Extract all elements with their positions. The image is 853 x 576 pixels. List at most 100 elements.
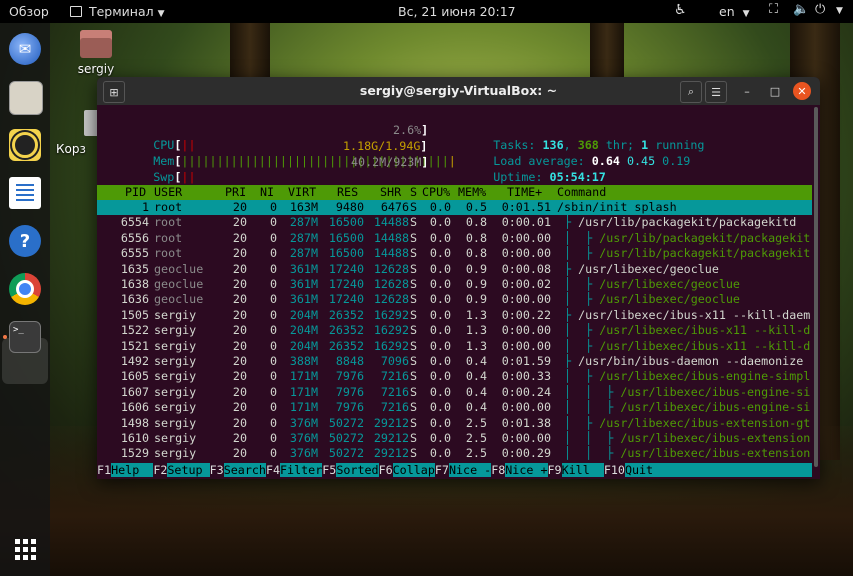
header-virt[interactable]: VIRT bbox=[288, 185, 316, 200]
process-row[interactable]: 1 root 20 0 163M 9480 6476 S 0.0 0.5 0:01.51/sbin/… bbox=[97, 200, 812, 215]
cell-shr: 7216 bbox=[380, 384, 409, 399]
close-icon[interactable]: ✕ bbox=[793, 82, 811, 100]
fkey-label[interactable]: Collap bbox=[392, 463, 435, 477]
cpu-value: 2.6%] bbox=[393, 123, 428, 138]
language-label: en bbox=[719, 4, 735, 19]
maximize-icon[interactable]: □ bbox=[765, 81, 785, 101]
header-res[interactable]: RES bbox=[337, 185, 358, 200]
process-row[interactable]: 1492 sergiy 20 0 388M 8848 7096 S 0.0 0.4 0:01.59 … bbox=[97, 354, 812, 369]
fkey-label[interactable]: Filter bbox=[280, 463, 323, 477]
process-row[interactable]: 6555 root 20 0 287M 16500 14488 S 0.0 0.8 0:00.00 … bbox=[97, 246, 812, 261]
app-grid-icon[interactable] bbox=[9, 533, 41, 565]
cell-pri: 20 bbox=[232, 338, 247, 353]
cell-cpu: 0.0 bbox=[429, 230, 451, 245]
mem-value-text: 1.18G/1.94G bbox=[343, 139, 421, 153]
fkey-label[interactable]: Nice - bbox=[448, 463, 492, 477]
process-row[interactable]: 1605 sergiy 20 0 171M 7976 7216 S 0.0 0.4 0:00.33 … bbox=[97, 369, 812, 384]
fkey-label[interactable]: Setup bbox=[167, 463, 210, 477]
header-pid[interactable]: PID bbox=[125, 185, 146, 200]
fkey-f5[interactable]: F5 bbox=[322, 463, 336, 477]
cell-command: │ ├ /usr/libexec/geoclue bbox=[557, 292, 812, 307]
chevron-down-icon[interactable]: ▼ bbox=[836, 6, 843, 16]
chrome-icon[interactable] bbox=[9, 273, 41, 305]
fkey-label[interactable]: Kill bbox=[561, 463, 604, 477]
cell-virt: 361M bbox=[289, 277, 318, 291]
fkey-f2[interactable]: F2 bbox=[153, 463, 167, 477]
terminal-icon[interactable]: >_ bbox=[9, 321, 41, 353]
header-pri[interactable]: PRI bbox=[225, 185, 246, 200]
fkey-label[interactable]: Nice + bbox=[505, 463, 548, 477]
tree-branch: │ ├ bbox=[557, 415, 600, 430]
activities-button[interactable]: Обзор bbox=[9, 4, 49, 19]
header-ni[interactable]: NI bbox=[260, 185, 274, 200]
htop-terminal[interactable]: CPU[|| 2.6%] Mem[|||||||||||||||||||||||… bbox=[97, 105, 820, 479]
process-row[interactable]: 6556 root 20 0 287M 16500 14488 S 0.0 0.8 0:00.00 … bbox=[97, 231, 812, 246]
process-row[interactable]: 1610 sergiy 20 0 376M 50272 29212 S 0.0 2.5 0:00.0… bbox=[97, 431, 812, 446]
scrollbar[interactable] bbox=[812, 105, 820, 479]
process-row[interactable]: 6554 root 20 0 287M 16500 14488 S 0.0 0.8 0:00.01 … bbox=[97, 215, 812, 230]
fkey-f10[interactable]: F10 bbox=[604, 463, 625, 477]
header-user[interactable]: USER bbox=[154, 185, 182, 200]
thunderbird-icon[interactable]: ✉ bbox=[9, 33, 41, 65]
swp-bar: || bbox=[181, 170, 196, 184]
writer-icon[interactable] bbox=[9, 177, 41, 209]
scrollbar-thumb[interactable] bbox=[814, 107, 818, 467]
files-icon[interactable] bbox=[9, 81, 43, 115]
clock[interactable]: Вс, 21 июня 20:17 bbox=[398, 4, 516, 19]
process-row[interactable]: 1529 sergiy 20 0 376M 50272 29212 S 0.0 2.5 0:00.2… bbox=[97, 446, 812, 461]
process-row[interactable]: 1521 sergiy 20 0 204M 26352 16292 S 0.0 1.3 0:00.0… bbox=[97, 339, 812, 354]
fkey-label[interactable]: Sorted bbox=[336, 463, 379, 477]
fkey-label[interactable]: Search bbox=[223, 463, 266, 477]
fkey-f1[interactable]: F1 bbox=[97, 463, 111, 477]
header-cpu[interactable]: CPU% bbox=[422, 185, 450, 200]
header-time[interactable]: TIME+ bbox=[507, 185, 542, 200]
cell-mem: 1.3 bbox=[465, 323, 487, 338]
cell-user: sergiy bbox=[154, 384, 197, 399]
home-folder-label[interactable]: sergiy bbox=[66, 62, 126, 76]
network-icon[interactable]: ⛶ bbox=[769, 2, 778, 17]
header-s[interactable]: S bbox=[410, 185, 417, 200]
header-shr[interactable]: SHR bbox=[380, 185, 401, 200]
fkey-f7[interactable]: F7 bbox=[435, 463, 449, 477]
cell-ni: 0 bbox=[269, 446, 277, 461]
cell-res: 7976 bbox=[335, 400, 364, 415]
document-lines-icon bbox=[16, 184, 34, 202]
accessibility-icon[interactable]: ♿ bbox=[674, 2, 687, 18]
process-row[interactable]: 1606 sergiy 20 0 171M 7976 7216 S 0.0 0.4 0:00.00 … bbox=[97, 400, 812, 415]
process-row[interactable]: 1636 geoclue 20 0 361M 17240 12628 S 0.0 0.9 0:00.… bbox=[97, 292, 812, 307]
process-row[interactable]: 1498 sergiy 20 0 376M 50272 29212 S 0.0 2.5 0:01.3… bbox=[97, 416, 812, 431]
window-titlebar[interactable]: ⊞ sergiy@sergiy-VirtualBox: ~ ⌕ ☰ – □ ✕ bbox=[97, 77, 820, 105]
fkey-label[interactable]: Help bbox=[111, 463, 154, 477]
fkey-f6[interactable]: F6 bbox=[379, 463, 393, 477]
cell-ni: 0 bbox=[269, 292, 277, 307]
rhythmbox-icon[interactable] bbox=[9, 129, 41, 161]
cell-time: 0:00.00 bbox=[501, 400, 551, 415]
language-indicator[interactable]: en ▼ bbox=[719, 4, 750, 19]
terminal-window[interactable]: ⊞ sergiy@sergiy-VirtualBox: ~ ⌕ ☰ – □ ✕ … bbox=[97, 77, 820, 479]
power-icon[interactable]: ⏻ bbox=[815, 2, 825, 17]
fkey-f3[interactable]: F3 bbox=[210, 463, 224, 477]
cell-mem: 0.9 bbox=[465, 261, 487, 276]
chevron-down-icon: ▼ bbox=[157, 9, 165, 19]
menu-icon[interactable]: ☰ bbox=[705, 81, 727, 103]
volume-icon[interactable]: 🔈 bbox=[793, 2, 809, 17]
fkey-f4[interactable]: F4 bbox=[266, 463, 280, 477]
fkey-f9[interactable]: F9 bbox=[548, 463, 562, 477]
cell-ni: 0 bbox=[269, 400, 277, 415]
fkey-f8[interactable]: F8 bbox=[491, 463, 505, 477]
process-row[interactable]: 1638 geoclue 20 0 361M 17240 12628 S 0.0 0.9 0:00.… bbox=[97, 277, 812, 292]
process-row[interactable]: 1635 geoclue 20 0 361M 17240 12628 S 0.0 0.9 0:00.… bbox=[97, 262, 812, 277]
header-mem[interactable]: MEM% bbox=[458, 185, 486, 200]
process-row[interactable]: 1522 sergiy 20 0 204M 26352 16292 S 0.0 1.3 0:00.0… bbox=[97, 323, 812, 338]
help-icon[interactable]: ? bbox=[9, 225, 41, 257]
cell-user: sergiy bbox=[154, 323, 197, 338]
minimize-icon[interactable]: – bbox=[737, 81, 757, 101]
process-table-header[interactable]: PID USER PRI NI VIRT RES SHR S CPU% MEM%… bbox=[97, 185, 812, 200]
home-folder-icon[interactable] bbox=[80, 30, 112, 58]
search-icon[interactable]: ⌕ bbox=[680, 81, 702, 103]
app-menu[interactable]: Терминал ▼ bbox=[70, 4, 165, 19]
process-row[interactable]: 1607 sergiy 20 0 171M 7976 7216 S 0.0 0.4 0:00.24 … bbox=[97, 385, 812, 400]
fkey-label[interactable]: Quit bbox=[624, 463, 820, 477]
header-command[interactable]: Command bbox=[557, 185, 606, 200]
process-row[interactable]: 1505 sergiy 20 0 204M 26352 16292 S 0.0 1.3 0:00.2… bbox=[97, 308, 812, 323]
